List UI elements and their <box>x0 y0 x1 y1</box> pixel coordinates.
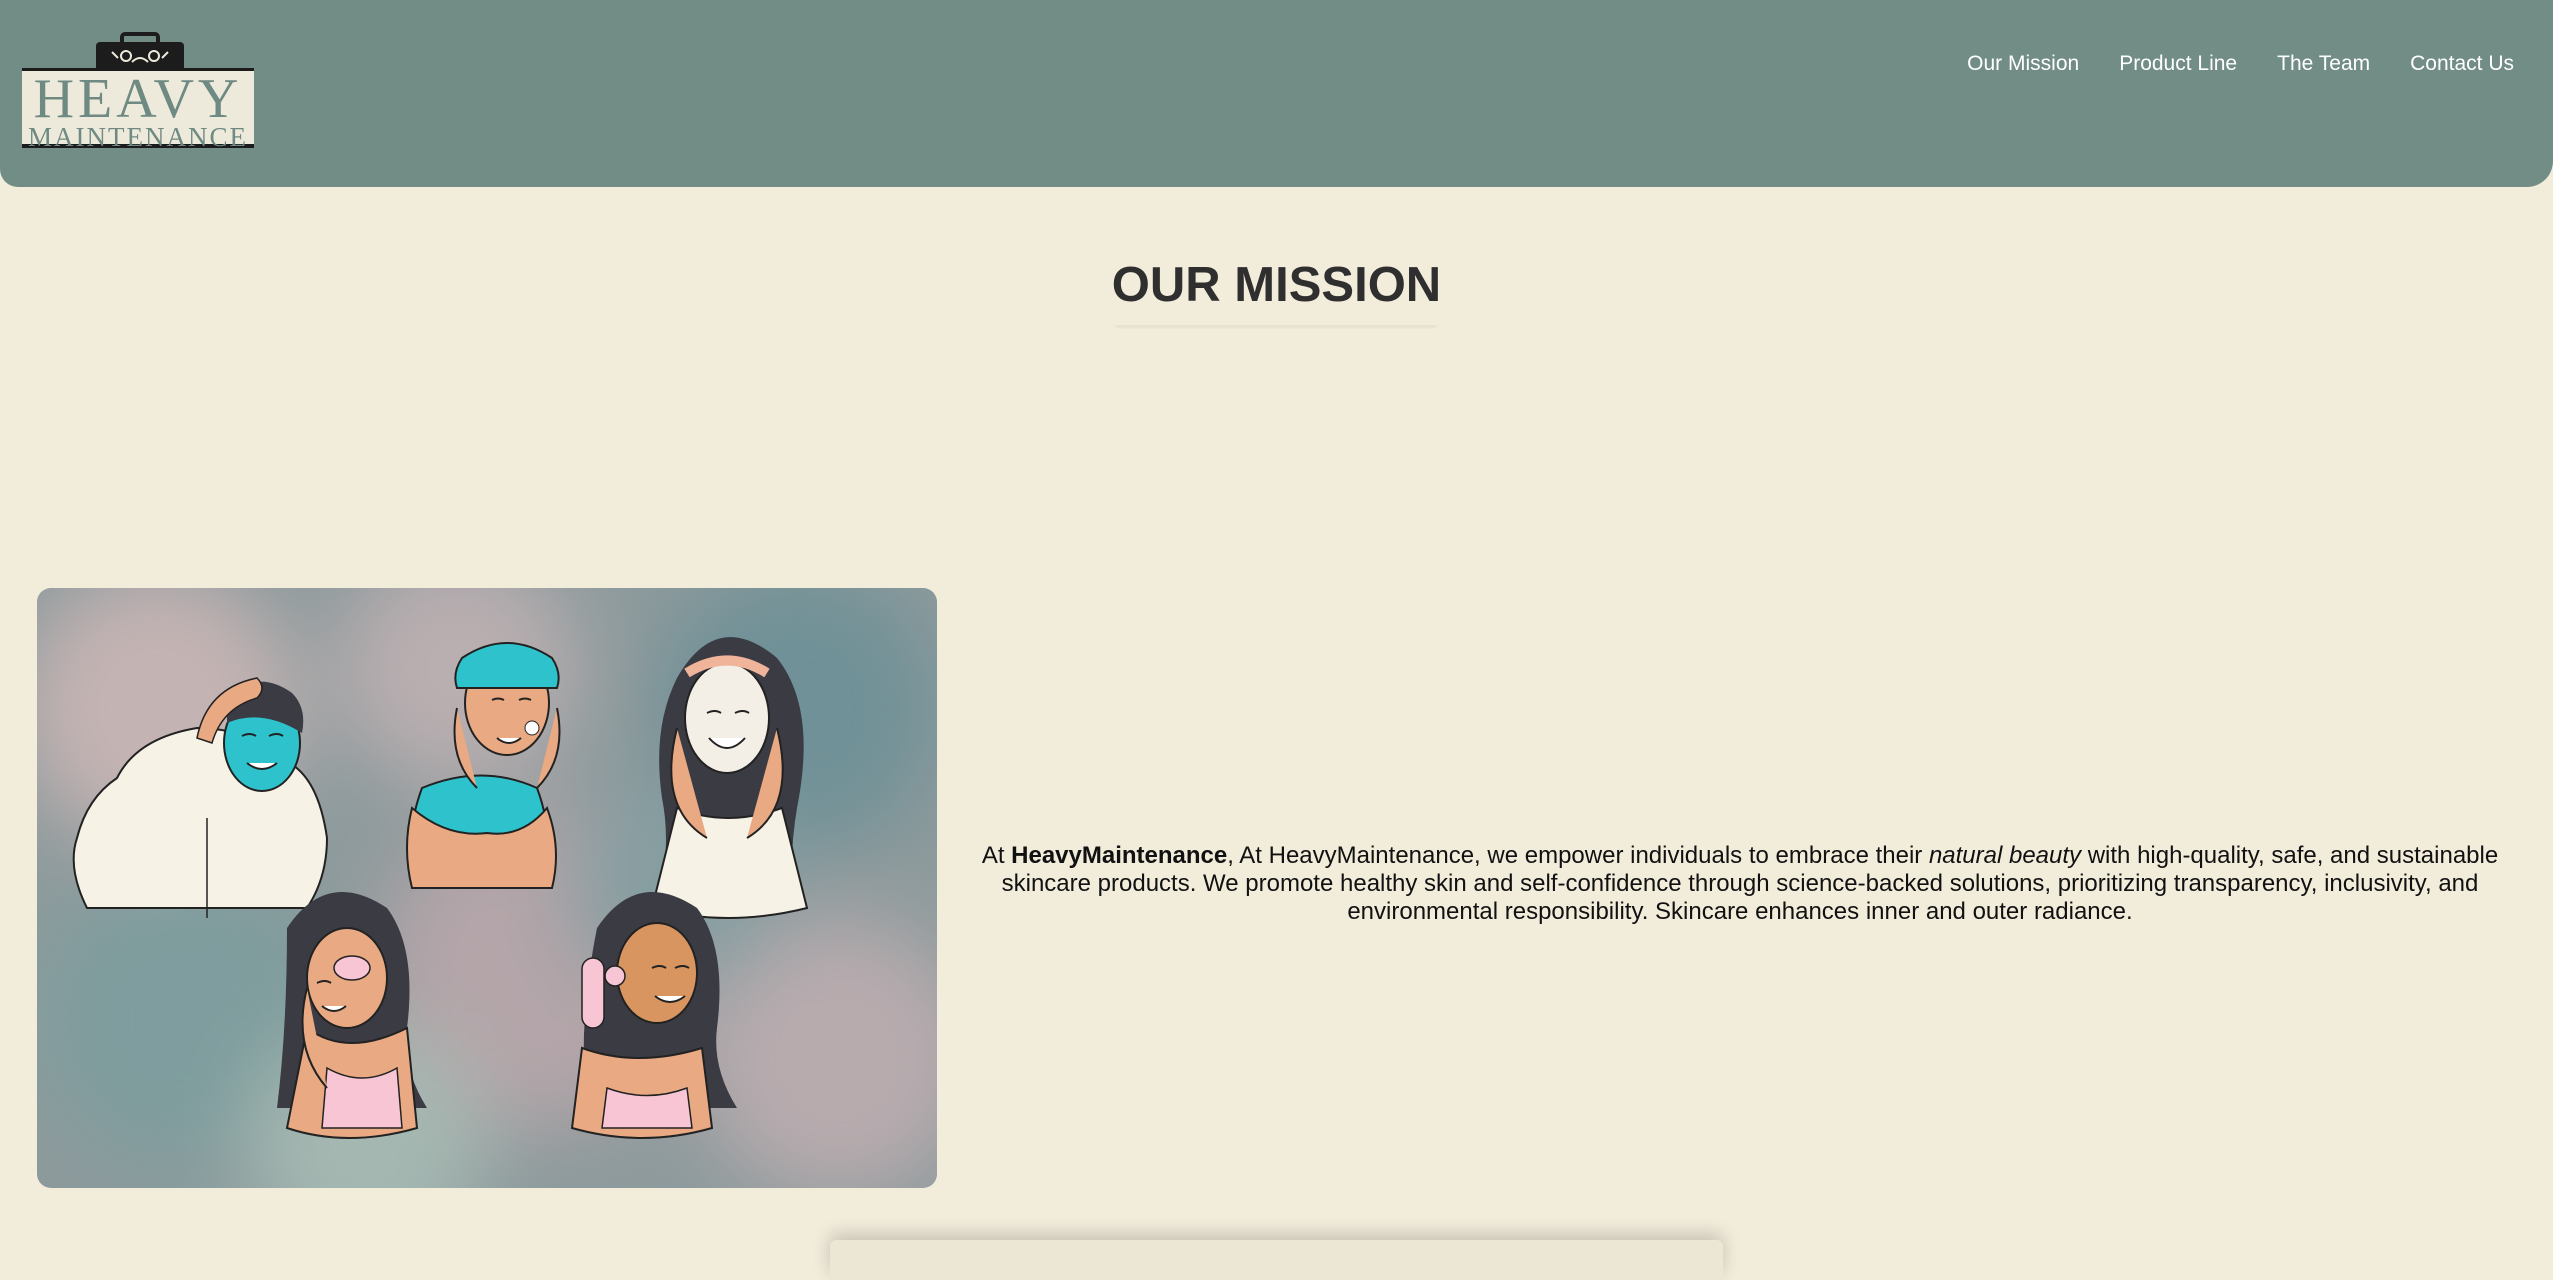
mission-emphasis: natural beauty <box>1928 842 2082 869</box>
mission-middle: , At HeavyMaintenance, we empower indivi… <box>1227 842 1929 869</box>
logo-wordmark: HEAVY MAINTENANCE <box>22 68 254 152</box>
nav-product-line[interactable]: Product Line <box>2119 50 2237 78</box>
logo-line-heavy: HEAVY <box>33 68 243 130</box>
brand-logo[interactable]: HEAVY MAINTENANCE <box>22 32 258 152</box>
site-header: HEAVY MAINTENANCE Our Mission Product Li… <box>0 0 2553 187</box>
mission-prefix: At <box>981 842 1012 869</box>
nav-contact-us[interactable]: Contact Us <box>2410 50 2514 78</box>
page-title: OUR MISSION <box>1111 258 1442 312</box>
next-section-card <box>830 1240 1723 1280</box>
nav-the-team[interactable]: The Team <box>2277 50 2370 78</box>
nav-our-mission[interactable]: Our Mission <box>1967 50 2079 78</box>
title-divider <box>1116 325 1436 327</box>
mission-brand: HeavyMaintenance <box>1011 842 1228 869</box>
briefcase-icon <box>96 32 184 72</box>
main-nav: Our Mission Product Line The Team Contac… <box>1967 50 2514 78</box>
logo-line-maintenance: MAINTENANCE <box>28 122 248 152</box>
skincare-illustration <box>37 588 937 1188</box>
mission-statement: At HeavyMaintenance, At HeavyMaintenance… <box>972 842 2508 926</box>
